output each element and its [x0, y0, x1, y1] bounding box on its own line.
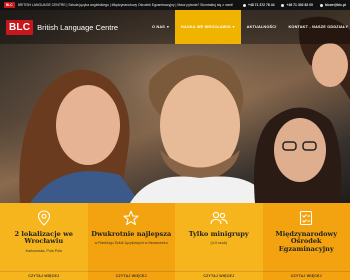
checklist-icon: [297, 209, 315, 227]
feature-title: Międzynarodowy Ośrodek Egzaminacyjny: [275, 230, 338, 253]
phone2-link[interactable]: +48 71 302 82 00: [281, 3, 313, 7]
feature-card-best: Dwukrotnie najlepsza w Rankingu Szkół Ję…: [87, 203, 175, 280]
location-pin-icon: [35, 209, 53, 227]
nav-label-o-nas: O NAS: [152, 25, 166, 29]
chevron-down-icon: ▾: [167, 25, 169, 29]
feature-desc: (4-9 osób): [210, 241, 227, 246]
read-more-button[interactable]: CZYTAJ WIĘCEJ: [262, 271, 350, 280]
phone2-text: +48 71 302 82 00: [286, 3, 313, 7]
site-header: BLC British Language Centre O NAS ▾ NAUK…: [0, 10, 350, 44]
brand-name: British Language Centre: [37, 22, 119, 32]
email-text: blcwr@blc.pl: [324, 3, 346, 7]
topbar-contact: +48 71 372 78 44 +48 71 302 82 00 blcwr@…: [242, 3, 346, 7]
read-more-button[interactable]: CZYTAJ WIĘCEJ: [0, 271, 88, 280]
feature-title: Dwukrotnie najlepsza: [91, 230, 172, 238]
phone-icon: [242, 3, 246, 7]
nav-item-o-nas[interactable]: O NAS ▾: [146, 10, 175, 44]
feature-card-exam-centre: Międzynarodowy Ośrodek Egzaminacyjny CZY…: [262, 203, 350, 280]
phone1-link[interactable]: +48 71 372 78 44: [242, 3, 275, 7]
nav-item-nauka[interactable]: NAUKA WE WROCŁAWIU ▾: [175, 10, 241, 44]
top-info-bar: BLC BRITISH LANGUAGE CENTRE | Szkoła jęz…: [0, 0, 350, 10]
brand-logo-mark: BLC: [6, 19, 34, 35]
feature-desc: Karkonoska, Pola Pola: [25, 248, 62, 253]
left-person-face: [56, 85, 120, 165]
topbar-tagline: BRITISH LANGUAGE CENTRE | Szkoła języka …: [17, 3, 234, 7]
email-link[interactable]: blcwr@blc.pl: [319, 3, 346, 7]
mail-icon: [319, 3, 323, 7]
phone1-text: +48 71 372 78 44: [247, 3, 275, 7]
feature-card-locations: 2 lokalizacje we Wrocławiu Karkonoska, P…: [0, 203, 88, 280]
feature-desc: w Rankingu Szkół Językowych w Newsweeku: [94, 241, 168, 246]
nav-item-aktualnosci[interactable]: AKTUALNOŚCI: [241, 10, 283, 44]
main-nav: O NAS ▾ NAUKA WE WROCŁAWIU ▾ AKTUALNOŚCI…: [146, 10, 350, 44]
topbar-logo[interactable]: BLC: [4, 2, 15, 8]
feature-card-minigroups: Tylko minigrupy (4-9 osób) CZYTAJ WIĘCEJ: [175, 203, 263, 280]
brand-logo[interactable]: BLC British Language Centre: [6, 19, 119, 35]
nav-label-kontakt: KONTAKT - NASZE ODDZIAŁY: [288, 25, 349, 29]
nav-label-aktualnosci: AKTUALNOŚCI: [246, 25, 277, 29]
people-icon: [210, 209, 228, 227]
star-icon: [122, 209, 140, 227]
top-right-person-face: [312, 43, 348, 87]
phone-icon: [281, 3, 285, 7]
read-more-button[interactable]: CZYTAJ WIĘCEJ: [87, 271, 175, 280]
right-person-face: [274, 118, 326, 182]
read-more-button[interactable]: CZYTAJ WIĘCEJ: [175, 271, 263, 280]
feature-title: 2 lokalizacje we Wrocławiu: [14, 230, 73, 246]
feature-cards: 2 lokalizacje we Wrocławiu Karkonoska, P…: [0, 203, 350, 280]
feature-title: Tylko minigrupy: [188, 230, 249, 238]
nav-label-nauka: NAUKA WE WROCŁAWIU: [181, 25, 231, 29]
nav-item-kontakt[interactable]: KONTAKT - NASZE ODDZIAŁY: [282, 10, 350, 44]
chevron-down-icon: ▾: [232, 25, 235, 29]
